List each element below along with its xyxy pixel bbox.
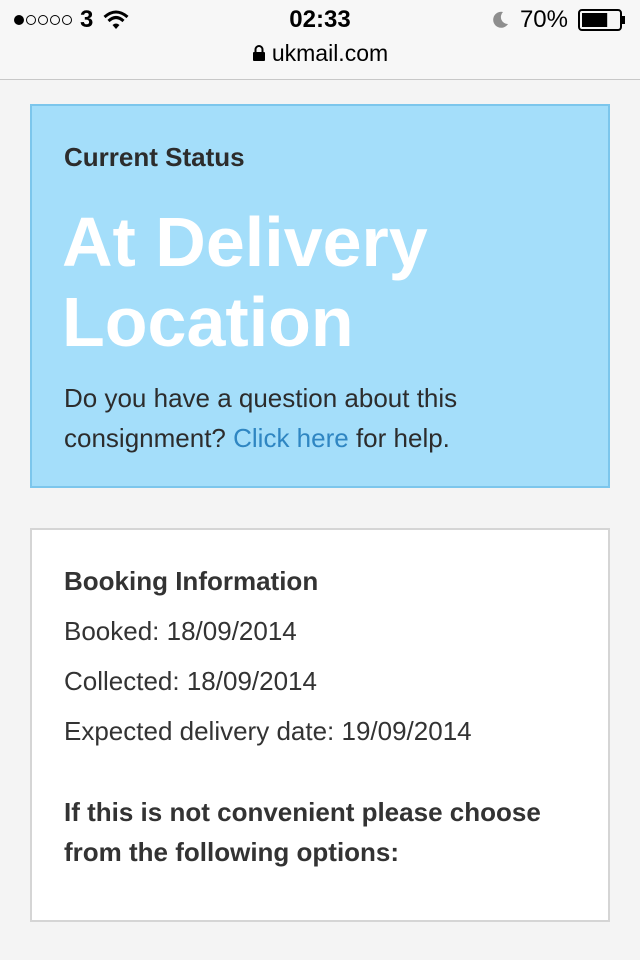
browser-url-bar[interactable]: ukmail.com — [0, 40, 640, 80]
booking-title: Booking Information — [64, 566, 319, 596]
status-value: At Delivery Location — [62, 203, 428, 361]
url-display[interactable]: ukmail.com — [0, 40, 640, 66]
battery-percentage: 70% — [519, 6, 568, 33]
status-label: Current Status — [64, 142, 245, 172]
booking-information-card: Booking Information Booked: 18/09/2014 C… — [30, 528, 610, 922]
url-domain[interactable]: ukmail.com — [272, 40, 388, 67]
booked-date: Booked: 18/09/2014 — [64, 616, 297, 646]
status-bar-right: 70% — [490, 6, 626, 34]
current-status-card: Current Status At Delivery Location Do y… — [30, 104, 610, 488]
status-bar: 3 02:33 70% — [0, 0, 640, 40]
help-suffix: for help. — [355, 423, 450, 453]
expected-delivery-date: Expected delivery date: 19/09/2014 — [64, 716, 472, 746]
battery-icon — [578, 9, 625, 31]
moon-icon — [493, 11, 508, 28]
options-prompt: If this is not convenient please choose … — [64, 797, 541, 867]
lock-icon — [252, 45, 265, 61]
collected-date: Collected: 18/09/2014 — [64, 666, 317, 696]
help-text: Do you have a question about this consig… — [64, 378, 574, 458]
help-link[interactable]: Click here — [233, 423, 349, 453]
